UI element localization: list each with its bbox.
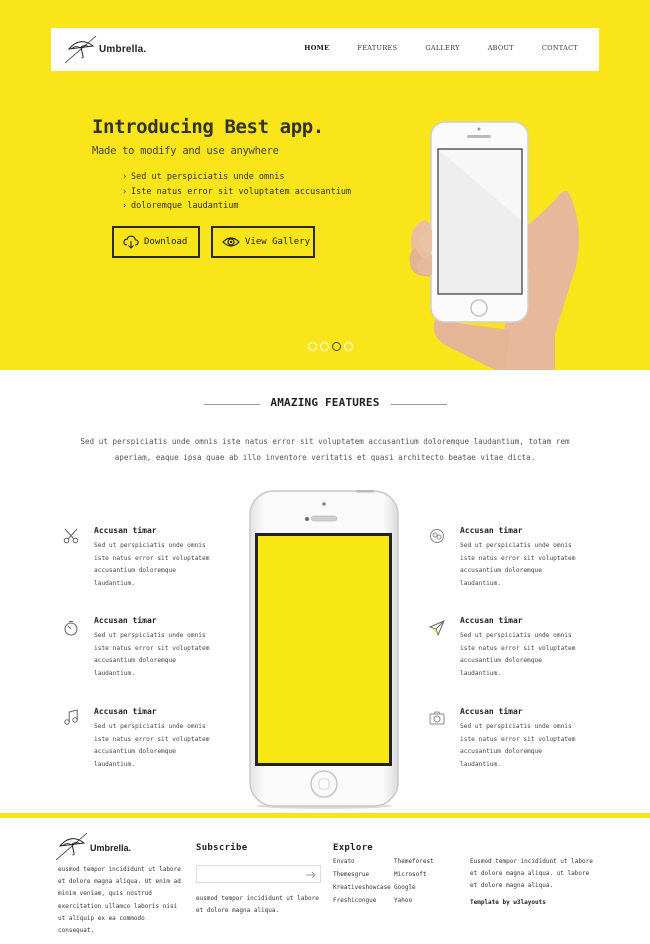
explore-link[interactable]: Microsoft [394,871,427,878]
footer-accent-bar [0,813,650,818]
feature-text: Sed ut perspiciatis unde omnis iste natu… [460,632,576,677]
paper-plane-icon [428,620,445,637]
umbrella-icon [65,36,97,64]
explore-title: Explore [333,843,374,853]
slider-dot-active[interactable] [332,342,341,351]
subscribe-submit-button[interactable] [305,869,317,880]
feature-text: Sed ut perspiciatis unde omnis iste natu… [94,723,210,768]
feature-item: Accusan timar Sed ut perspiciatis unde o… [428,616,610,680]
explore-link[interactable]: Yahoo [394,897,412,904]
nav-features[interactable]: FEATURES [357,44,397,52]
feature-title: Accusan timar [460,526,523,535]
subscribe-title: Subscribe [196,843,248,853]
feature-text: Sed ut perspiciatis unde omnis iste natu… [94,542,210,587]
view-gallery-button[interactable]: View Gallery [211,226,315,258]
subscribe-email-input[interactable] [196,865,321,883]
chevron-right-icon: › [122,186,128,197]
explore-link[interactable]: Themesgrue [333,871,369,878]
view-gallery-label: View Gallery [245,237,311,247]
feature-item: Accusan timar Sed ut perspiciatis unde o… [63,526,244,590]
slider-dot[interactable] [308,342,317,351]
hero-title: Introducing Best app. [92,116,324,138]
download-label: Download [144,237,188,247]
feature-title: Accusan timar [460,616,523,625]
explore-link[interactable]: Envato [333,858,355,865]
footer-brand-logo[interactable]: Umbrella. [56,831,176,861]
features-description: Sed ut perspiciatis unde omnis iste natu… [80,437,570,462]
explore-link[interactable]: Kreativeshowcase [333,884,391,891]
explore-link[interactable]: Google [394,884,416,891]
subscribe-text: eusmod tempor incididunt ut labore et do… [196,895,319,915]
hand-holding-phone-image [409,121,579,370]
hero-bullet: › Iste natus error sit voluptatem accusan… [122,185,351,200]
feature-title: Accusan timar [94,707,157,716]
music-note-icon [63,709,79,725]
explore-link[interactable]: Themeforest [394,858,434,865]
footer-right-text: Eusmod tempor incididunt ut labore et do… [470,858,593,890]
feature-title: Accusan timar [460,707,523,716]
eye-icon [222,236,240,248]
footer-brand-name: Umbrella. [90,843,132,853]
camera-icon [429,710,445,726]
brand-name: Umbrella. [99,44,147,55]
feature-item: Accusan timar Sed ut perspiciatis unde o… [430,526,610,590]
explore-link[interactable]: Freshicongue [333,897,376,904]
template-credit: Template by w3layouts [470,899,546,906]
features-heading-row: AMAZING FEATURES [0,396,650,412]
nav-contact[interactable]: CONTACT [542,44,578,52]
hero-section: Umbrella. HOME FEATURES GALLERY ABOUT CO… [0,0,650,370]
footer-about-text: eusmod tempor incididunt ut labore et do… [58,866,181,935]
feature-text: Sed ut perspiciatis unde omnis iste natu… [94,632,210,677]
nav-about[interactable]: ABOUT [488,44,514,52]
feature-item: Accusan timar Sed ut perspiciatis unde o… [64,616,244,680]
hero-bullet: › doloremque laudantium [122,199,351,214]
feature-text: Sed ut perspiciatis unde omnis iste natu… [460,542,576,587]
scissors-icon [63,528,79,544]
feature-text: Sed ut perspiciatis unde omnis iste natu… [460,723,576,768]
timer-icon [63,620,79,636]
feature-item: Accusan timar Sed ut perspiciatis unde o… [64,707,244,771]
feature-title: Accusan timar [94,526,157,535]
feature-item: Accusan timar Sed ut perspiciatis unde o… [429,707,610,771]
download-button[interactable]: Download [112,226,200,258]
brand-logo[interactable]: Umbrella. [65,36,185,64]
navbar: Umbrella. HOME FEATURES GALLERY ABOUT CO… [51,28,599,71]
slider-dot[interactable] [320,342,329,351]
hero-bullet: › Sed ut perspiciatis unde omnis [122,170,351,185]
hero-bullet-list: › Sed ut perspiciatis unde omnis › Iste na… [122,170,351,214]
umbrella-icon [56,832,88,861]
nav-home[interactable]: HOME [304,44,329,52]
divider-line [391,404,447,405]
slider-dot[interactable] [344,342,353,351]
main-nav: HOME FEATURES GALLERY ABOUT CONTACT [276,44,578,52]
cloud-download-icon [123,235,139,249]
chevron-right-icon: › [122,172,128,182]
chat-icon [429,528,445,544]
chevron-right-icon: › [122,201,128,211]
slider-dots [308,342,353,351]
phone-mockup-image [249,490,399,809]
hero-subtitle: Made to modify and use anywhere [92,145,279,157]
nav-gallery[interactable]: GALLERY [425,44,459,52]
features-title: AMAZING FEATURES [270,396,380,409]
arrow-right-icon [306,871,316,878]
feature-title: Accusan timar [94,616,157,625]
